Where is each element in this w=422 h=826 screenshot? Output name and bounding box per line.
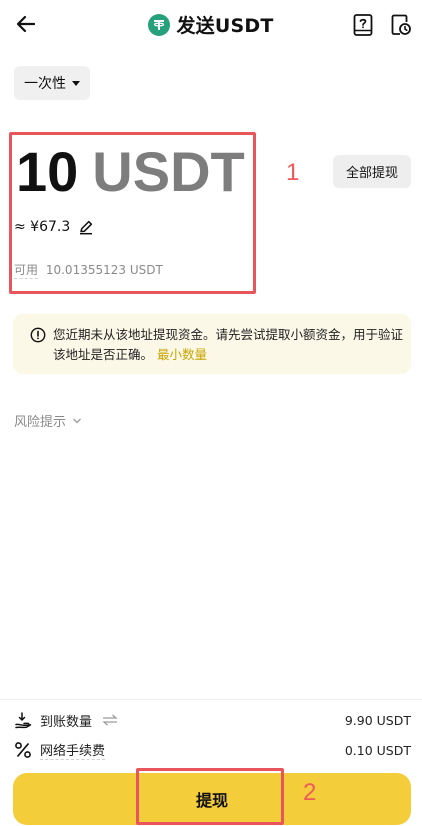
receive-amount-label: 到账数量 <box>40 714 93 730</box>
history-button[interactable] <box>390 13 412 37</box>
annotation-label-1: 1 <box>286 159 300 186</box>
warning-message: 您近期未从该地址提现资金。请先尝试提取小额资金，用于验证该地址是否正确。 <box>53 327 404 362</box>
withdraw-all-button[interactable]: 全部提现 <box>333 155 411 188</box>
available-balance: 可用 10.01355123 USDT <box>14 261 163 279</box>
withdraw-submit-button[interactable]: 提现 <box>13 773 411 825</box>
back-button[interactable] <box>12 10 40 38</box>
history-clock-icon <box>391 14 411 35</box>
header: 发送USDT <box>0 0 422 50</box>
fiat-estimate: ≈ ¥67.3 <box>14 219 94 235</box>
available-value: 10.01355123 USDT <box>45 263 163 277</box>
amount-value: 10 <box>16 140 79 203</box>
receive-amount-row: 到账数量 9.90 USDT <box>14 710 411 730</box>
amount-input[interactable]: 10 USDT <box>16 140 245 204</box>
warning-notice: 您近期未从该地址提现资金。请先尝试提取小额资金，用于验证该地址是否正确。 最小数… <box>13 314 411 374</box>
risk-tips-toggle[interactable]: 风险提示 <box>14 411 82 430</box>
risk-tips-label: 风险提示 <box>14 415 67 430</box>
warning-text: 您近期未从该地址提现资金。请先尝试提取小额资金，用于验证该地址是否正确。 最小数… <box>53 325 405 365</box>
arrow-left-icon <box>16 15 36 33</box>
tether-icon <box>148 13 171 36</box>
annotation-label-2: 2 <box>303 779 317 806</box>
available-label: 可用 <box>14 263 39 279</box>
info-circle-icon <box>30 327 46 343</box>
caret-down-icon <box>72 80 80 86</box>
withdraw-mode-label: 一次性 <box>24 76 66 92</box>
chevron-down-icon <box>73 418 81 423</box>
percent-icon <box>15 742 31 758</box>
network-fee-label[interactable]: 网络手续费 <box>40 740 106 760</box>
network-fee-value: 0.10 USDT <box>344 742 411 758</box>
amount-unit: USDT <box>92 140 245 203</box>
receive-hand-icon <box>15 712 32 729</box>
swap-arrows-icon[interactable] <box>102 714 118 726</box>
divider <box>0 699 422 700</box>
receive-amount-value: 9.90 USDT <box>344 712 411 728</box>
withdraw-mode-dropdown[interactable]: 一次性 <box>14 66 90 100</box>
page-title: 发送USDT <box>176 15 274 37</box>
question-book-icon <box>353 14 373 36</box>
min-amount-link[interactable]: 最小数量 <box>157 347 207 362</box>
network-fee-row: 网络手续费 0.10 USDT <box>14 740 411 760</box>
edit-pencil-icon[interactable] <box>78 219 94 235</box>
fiat-value: ≈ ¥67.3 <box>14 219 71 235</box>
help-button[interactable] <box>352 13 374 37</box>
